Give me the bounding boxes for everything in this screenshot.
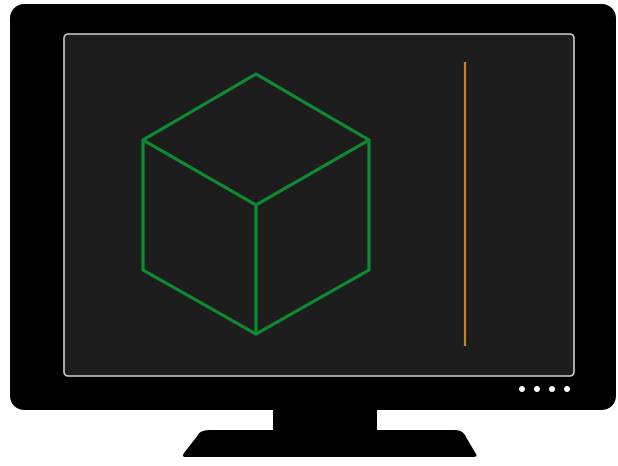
desktop-canvas — [0, 0, 618, 466]
indicator-dot[interactable] — [534, 386, 540, 392]
monitor-screen[interactable] — [63, 33, 575, 377]
monitor-stand-base — [182, 430, 477, 457]
indicator-dot[interactable] — [549, 386, 555, 392]
indicator-dot[interactable] — [519, 386, 525, 392]
indicator-dot[interactable] — [564, 386, 570, 392]
monitor-illustration — [10, 4, 616, 457]
